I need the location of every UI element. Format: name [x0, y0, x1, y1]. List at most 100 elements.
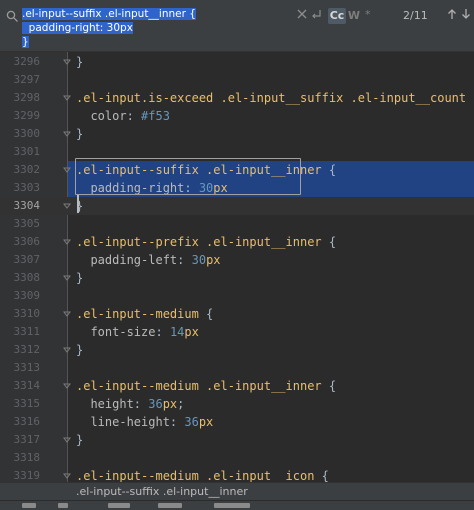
code-line[interactable]: 3304} [0, 197, 474, 215]
line-number: 3308 [13, 271, 41, 284]
code-text: } [76, 53, 83, 71]
code-line[interactable]: 3305 [0, 215, 474, 233]
code-text: .el-input.is-exceed .el-input__suffix .e… [76, 89, 474, 107]
whole-words-button[interactable]: W [346, 8, 362, 24]
fold-marker-icon[interactable] [63, 382, 71, 390]
code-text: } [76, 341, 83, 359]
code-line[interactable]: 3316 line-height: 36px [0, 413, 474, 431]
new-line-icon[interactable] [310, 8, 322, 24]
fold-marker-icon[interactable] [63, 436, 71, 444]
code-line[interactable]: 3310 .el-input--medium { [0, 305, 474, 323]
code-token: px [206, 253, 221, 267]
code-token: { [466, 91, 474, 105]
search-icon[interactable] [6, 10, 20, 24]
match-count: 2/11 [403, 9, 428, 22]
code-line[interactable]: 3297 [0, 71, 474, 89]
tool-window-button[interactable] [158, 503, 182, 508]
tool-window-button[interactable] [22, 503, 36, 508]
code-text: .el-input--medium { [76, 305, 213, 323]
arrow-down-icon[interactable] [461, 8, 471, 23]
code-token: padding-right [76, 181, 185, 195]
line-number: 3313 [13, 361, 41, 374]
code-token: ; [177, 397, 185, 411]
find-query-line-1: .el-input--suffix .el-input__inner { [22, 8, 196, 20]
code-line[interactable]: 3308} [0, 269, 474, 287]
code-line[interactable]: 3315 height: 36px; [0, 395, 474, 413]
code-editor[interactable]: 3296} 3297 3298 .el-input.is-exceed .el-inp… [0, 52, 474, 483]
line-number: 3315 [13, 397, 41, 410]
code-token: .el-input--medium .el-input__icon [76, 469, 315, 483]
code-line[interactable]: 3317} [0, 431, 474, 449]
fold-marker-icon[interactable] [63, 166, 71, 174]
find-input[interactable]: .el-input--suffix .el-input__inner { pad… [22, 7, 292, 48]
tool-window-button[interactable] [214, 503, 250, 508]
code-text: height: 36px; [76, 395, 184, 413]
line-number: 3311 [13, 325, 41, 338]
code-line[interactable]: 3298 .el-input.is-exceed .el-input__suffi… [0, 89, 474, 107]
code-token: color [76, 109, 127, 123]
svg-text:*: * [365, 8, 371, 20]
code-token: } [76, 271, 84, 285]
code-token: 30 [198, 181, 214, 195]
code-token: { [314, 469, 329, 483]
fold-marker-icon[interactable] [63, 346, 71, 354]
fold-marker-icon[interactable] [63, 310, 71, 318]
code-line[interactable]: 3302 .el-input--suffix .el-input__inner { [14, 161, 474, 179]
clear-search-icon[interactable] [296, 8, 308, 24]
fold-marker-icon[interactable] [63, 202, 71, 210]
line-number: 3317 [13, 433, 41, 446]
code-line[interactable]: 3306 .el-input--prefix .el-input__inner { [0, 233, 474, 251]
fold-marker-icon[interactable] [63, 238, 71, 246]
arrow-up-icon[interactable] [447, 8, 457, 23]
fold-marker-icon[interactable] [63, 94, 71, 102]
code-token: .el-input.is-exceed .el-input__suffix .e… [76, 91, 467, 105]
code-token: 36 [184, 415, 199, 429]
tool-window-button[interactable] [58, 503, 68, 508]
code-token: px [213, 181, 228, 195]
fold-marker-icon[interactable] [63, 58, 71, 66]
line-number: 3314 [13, 379, 41, 392]
code-text: padding-left: 30px [76, 251, 221, 269]
code-line[interactable]: 3313 [0, 359, 474, 377]
code-line[interactable]: 3299 color: #f53 [0, 107, 474, 125]
code-token: .el-input--prefix .el-input__inner [76, 235, 322, 249]
code-line[interactable]: 3300} [0, 125, 474, 143]
code-token: { [321, 379, 337, 393]
breadcrumb-selector[interactable]: .el-input--suffix .el-input__inner [76, 485, 248, 498]
code-token: : [177, 253, 192, 267]
fold-marker-icon[interactable] [63, 130, 71, 138]
code-text: .el-input--prefix .el-input__inner { [76, 233, 336, 251]
code-line[interactable]: 3314 .el-input--medium .el-input__inner { [0, 377, 474, 395]
code-text: } [76, 269, 83, 287]
code-token: { [198, 307, 214, 321]
fold-marker-icon[interactable] [63, 274, 71, 282]
code-token: px [198, 415, 214, 429]
code-token: : [184, 181, 199, 195]
line-number: 3304 [13, 199, 41, 212]
code-line[interactable]: 3301 [0, 143, 474, 161]
code-token: } [76, 343, 84, 357]
code-token: height [76, 397, 134, 411]
code-token: .el-input--medium .el-input__inner [76, 379, 322, 393]
code-token: { [321, 163, 337, 177]
regex-icon[interactable]: * [364, 8, 374, 24]
code-text: color: #f53 [76, 107, 170, 125]
code-line[interactable]: 3307 padding-left: 30px [0, 251, 474, 269]
code-line[interactable]: 3311 font-size: 14px [0, 323, 474, 341]
code-line[interactable]: 3318 [0, 449, 474, 467]
code-token: .el-input--medium [76, 307, 199, 321]
code-token: 14 [169, 325, 185, 339]
tool-window-button[interactable] [108, 503, 130, 508]
code-line[interactable]: 3312} [0, 341, 474, 359]
code-line[interactable]: 3296} [0, 53, 474, 71]
code-token: 36 [148, 397, 163, 411]
code-token: padding-left [76, 253, 178, 267]
code-line[interactable]: 3309 [0, 287, 474, 305]
line-number: 3300 [13, 127, 41, 140]
code-line[interactable]: 3303 padding-right: 30px [14, 179, 474, 197]
fold-marker-icon[interactable] [63, 472, 71, 480]
line-number: 3312 [13, 343, 41, 356]
line-number: 3310 [13, 307, 41, 320]
match-case-button[interactable]: Cc [328, 8, 346, 24]
line-number: 3298 [13, 91, 41, 104]
